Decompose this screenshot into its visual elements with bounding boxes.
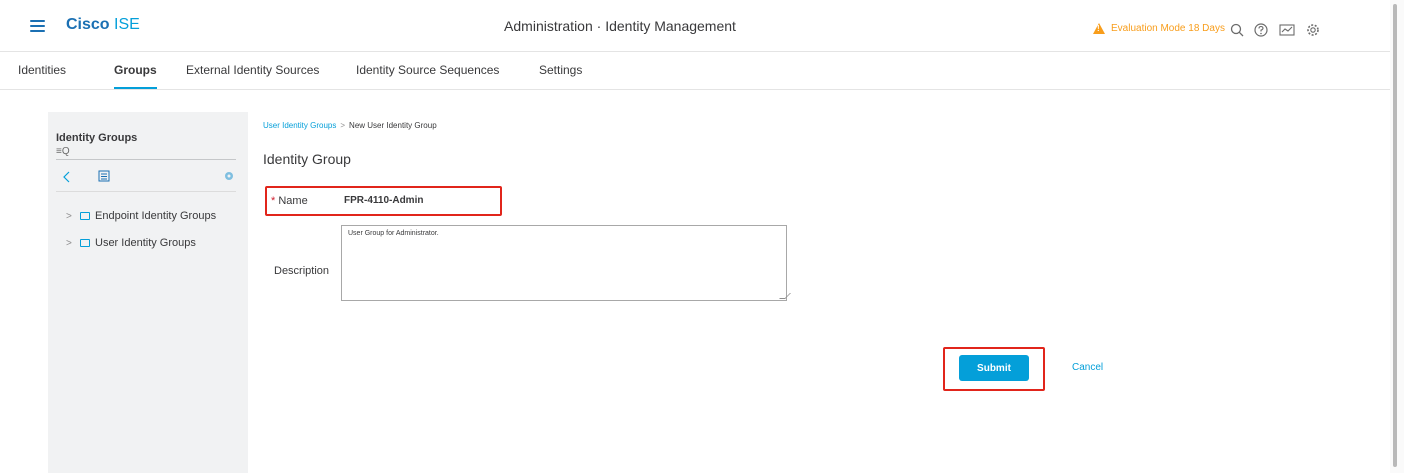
tab-groups[interactable]: Groups [114,63,157,89]
tree-item-label: User Identity Groups [95,237,196,249]
identity-groups-panel: Identity Groups ≡Q > Endpoint Identity G… [48,112,248,473]
description-text: User Group for Administrator. [348,230,439,237]
dashboard-icon[interactable] [1279,23,1295,37]
page-scrollbar[interactable] [1390,0,1404,473]
name-label-text: Name [278,195,308,207]
page-title: Administration · Identity Management [504,18,736,34]
back-icon[interactable] [63,171,71,183]
tab-identity-source-sequences[interactable]: Identity Source Sequences [356,63,499,77]
resize-handle[interactable] [779,293,791,299]
tree-view-icon[interactable] [98,170,110,182]
name-label: * Name [271,195,308,207]
description-label: Description [274,265,330,277]
folder-icon [80,212,90,220]
tab-identities[interactable]: Identities [18,63,66,77]
description-field[interactable]: User Group for Administrator. [341,225,791,301]
top-header: Cisco ISE Administration · Identity Mana… [0,0,1390,52]
breadcrumb-current: New User Identity Group [349,121,437,130]
panel-title: Identity Groups [56,132,138,144]
gear-icon[interactable] [1306,23,1320,37]
tree-item-user-identity-groups[interactable]: > User Identity Groups [66,237,196,249]
tree-item-endpoint-identity-groups[interactable]: > Endpoint Identity Groups [66,210,216,222]
breadcrumb: User Identity Groups > New User Identity G… [263,121,437,130]
scrollbar-thumb[interactable] [1393,4,1397,467]
chevron-right-icon[interactable]: > [66,211,80,222]
evaluation-text: Evaluation Mode 18 Days [1111,23,1225,34]
settings-gear-icon[interactable] [224,171,234,181]
form-title: Identity Group [263,151,351,167]
tab-external-identity-sources[interactable]: External Identity Sources [186,63,319,77]
panel-toolbar [56,162,236,192]
evaluation-notice[interactable]: Evaluation Mode 18 Days [1093,23,1225,34]
search-icon[interactable] [1230,23,1244,37]
cancel-link[interactable]: Cancel [1072,362,1103,373]
tree-item-label: Endpoint Identity Groups [95,210,217,222]
submit-button[interactable]: Submit [959,355,1029,381]
breadcrumb-link[interactable]: User Identity Groups [263,121,336,130]
name-field[interactable]: FPR-4110-Admin [344,195,423,206]
required-mark: * [271,195,276,207]
chevron-right-icon[interactable]: > [66,238,80,249]
warning-icon [1093,23,1105,34]
tab-bar: Identities Groups External Identity Sour… [0,52,1390,90]
help-icon[interactable] [1254,23,1268,37]
breadcrumb-separator: > [340,121,346,130]
folder-icon [80,239,90,247]
tab-settings[interactable]: Settings [539,63,582,77]
filter-search-input[interactable]: ≡Q [56,144,236,160]
